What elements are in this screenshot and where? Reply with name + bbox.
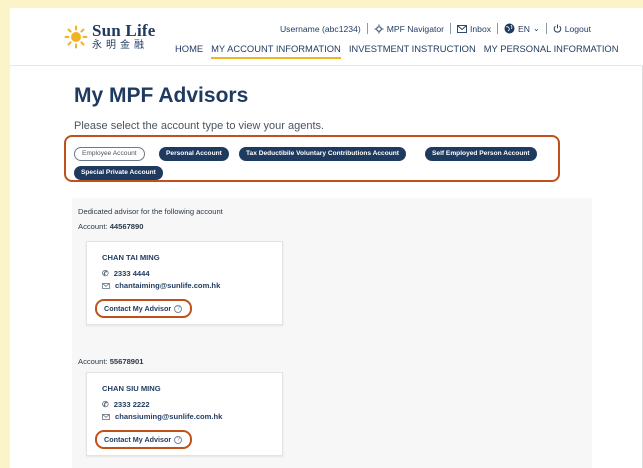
advisor-card: CHAN SIU MING ✆ 2333 2222 chansiuming@su…	[86, 372, 283, 456]
contact-label: Contact My Advisor	[104, 435, 172, 444]
nav-my-personal-information[interactable]: MY PERSONAL INFORMATION	[484, 43, 619, 59]
advisor-phone: 2333 4444	[113, 269, 150, 278]
page-subtitle: Please select the account type to view y…	[74, 120, 325, 132]
account-line-2: Account: 55678901	[78, 357, 143, 366]
help-icon[interactable]: ?	[174, 435, 183, 444]
mail-icon	[457, 24, 467, 33]
divider	[450, 23, 452, 34]
sun-icon	[64, 25, 88, 48]
tab-special-private-account[interactable]: Special Private Account	[74, 166, 163, 180]
power-icon	[553, 24, 561, 33]
account-number: 44567890	[109, 222, 144, 231]
advisor-email[interactable]: chantaiming@sunlife.com.hk	[115, 281, 220, 290]
globe-icon	[504, 23, 515, 34]
tab-personal-account[interactable]: Personal Account	[159, 147, 229, 161]
header: Sun Life 永明金融 Username (abc1234) MPF Nav…	[10, 8, 643, 66]
contact-label: Contact My Advisor	[104, 304, 172, 313]
divider	[366, 23, 368, 34]
contact-my-advisor-button[interactable]: Contact My Advisor ?	[95, 430, 192, 449]
divider	[497, 23, 499, 34]
phone-icon: ✆	[102, 400, 109, 409]
advisor-card: CHAN TAI MING ✆ 2333 4444 chantaiming@su…	[86, 241, 283, 325]
inbox-label: Inbox	[470, 23, 492, 34]
navigator-icon	[374, 24, 384, 33]
account-number: 55678901	[109, 357, 144, 366]
mail-icon	[102, 282, 110, 289]
tab-self-employed-person-account[interactable]: Self Employed Person Account	[425, 147, 537, 161]
advisor-panel: Dedicated advisor for the following acco…	[72, 198, 592, 468]
brand-chinese-name: 永明金融	[92, 40, 148, 51]
tab-employee-account[interactable]: Employee Account	[74, 147, 145, 161]
account-label: Account:	[78, 357, 108, 366]
phone-icon: ✆	[102, 269, 109, 278]
help-icon[interactable]: ?	[174, 304, 183, 313]
mpf-navigator-link[interactable]: MPF Navigator	[374, 24, 444, 34]
nav-investment-instruction[interactable]: INVESTMENT INSTRUCTION	[349, 43, 476, 59]
divider	[545, 23, 547, 34]
main-nav: HOME MY ACCOUNT INFORMATION INVESTMENT I…	[175, 43, 627, 59]
brand-name: Sun Life	[92, 21, 156, 40]
advisor-phone-line: ✆ 2333 2222	[102, 400, 150, 409]
nav-my-account-information[interactable]: MY ACCOUNT INFORMATION	[211, 43, 341, 59]
language-label: EN	[518, 23, 530, 34]
nav-home[interactable]: HOME	[175, 43, 203, 59]
utility-bar: Username (abc1234) MPF Navigator Inbox E…	[280, 23, 591, 34]
navigator-label: MPF Navigator	[386, 23, 445, 34]
account-line-1: Account: 44567890	[78, 222, 143, 231]
mail-icon	[102, 413, 110, 420]
account-label: Account:	[78, 222, 108, 231]
username: Username (abc1234)	[279, 23, 361, 34]
language-selector[interactable]: EN ⌄	[504, 23, 540, 34]
logout-link[interactable]: Logout	[553, 24, 591, 34]
advisor-email[interactable]: chansiuming@sunlife.com.hk	[115, 412, 222, 421]
advisor-name: CHAN TAI MING	[102, 253, 160, 262]
contact-my-advisor-button[interactable]: Contact My Advisor ?	[95, 299, 192, 318]
advisor-name: CHAN SIU MING	[102, 384, 161, 393]
inbox-link[interactable]: Inbox	[457, 24, 491, 34]
sun-life-logo[interactable]: Sun Life 永明金融	[64, 22, 155, 51]
advisor-phone-line: ✆ 2333 4444	[102, 269, 150, 278]
chevron-down-icon: ⌄	[533, 24, 540, 33]
advisor-intro: Dedicated advisor for the following acco…	[78, 207, 223, 216]
logout-label: Logout	[564, 23, 591, 34]
account-type-selector: Employee Account Personal Account Tax De…	[64, 135, 560, 182]
advisor-email-line: chansiuming@sunlife.com.hk	[102, 412, 222, 421]
advisor-email-line: chantaiming@sunlife.com.hk	[102, 281, 220, 290]
page: Sun Life 永明金融 Username (abc1234) MPF Nav…	[10, 8, 643, 468]
tab-tax-deductible-voluntary-contributions-account[interactable]: Tax Deductibile Voluntary Contributions …	[239, 147, 407, 161]
page-title: My MPF Advisors	[74, 84, 249, 107]
advisor-phone: 2333 2222	[113, 400, 150, 409]
